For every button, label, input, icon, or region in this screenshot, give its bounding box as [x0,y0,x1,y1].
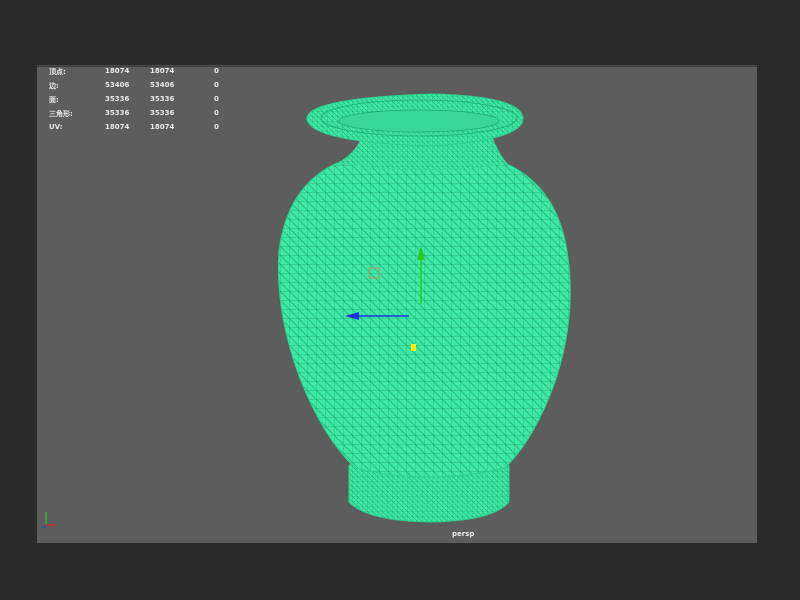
hud-value: 18074 [150,67,175,75]
hud-value: 53406 [105,81,130,89]
app-window: 顶点: 18074 18074 0 边: 53406 53406 0 面: 35… [0,0,800,600]
vase-mesh[interactable] [37,66,757,543]
hud-label: 顶点: [49,68,66,76]
hud-row-vertices: 顶点: 18074 18074 0 [49,67,249,81]
hud-value: 35336 [150,95,175,103]
hud-label: 三角形: [49,110,73,118]
hud-label: UV: [49,123,63,131]
hud-value: 18074 [105,123,130,131]
hud-value: 35336 [105,95,130,103]
vase-body [277,162,571,478]
hud-value: 53406 [150,81,175,89]
hud-value: 35336 [150,109,175,117]
hud-row-edges: 边: 53406 53406 0 [49,81,249,95]
camera-name-label: persp [452,530,475,538]
hud-value: 0 [214,81,219,89]
hud-value: 0 [214,109,219,117]
hud-value: 0 [214,95,219,103]
hud-row-faces: 面: 35336 35336 0 [49,95,249,109]
3d-viewport[interactable]: 顶点: 18074 18074 0 边: 53406 53406 0 面: 35… [37,65,757,543]
hud-value: 18074 [105,67,130,75]
poly-count-hud: 顶点: 18074 18074 0 边: 53406 53406 0 面: 35… [49,67,249,137]
hud-value: 0 [214,67,219,75]
hud-row-triangles: 三角形: 35336 35336 0 [49,109,249,123]
hud-row-uvs: UV: 18074 18074 0 [49,123,249,137]
hud-value: 18074 [150,123,175,131]
hud-value: 0 [214,123,219,131]
hud-label: 边: [49,82,59,90]
axis-triad-icon [42,512,56,529]
manip-center [411,344,416,351]
hud-value: 35336 [105,109,130,117]
hud-label: 面: [49,96,59,104]
